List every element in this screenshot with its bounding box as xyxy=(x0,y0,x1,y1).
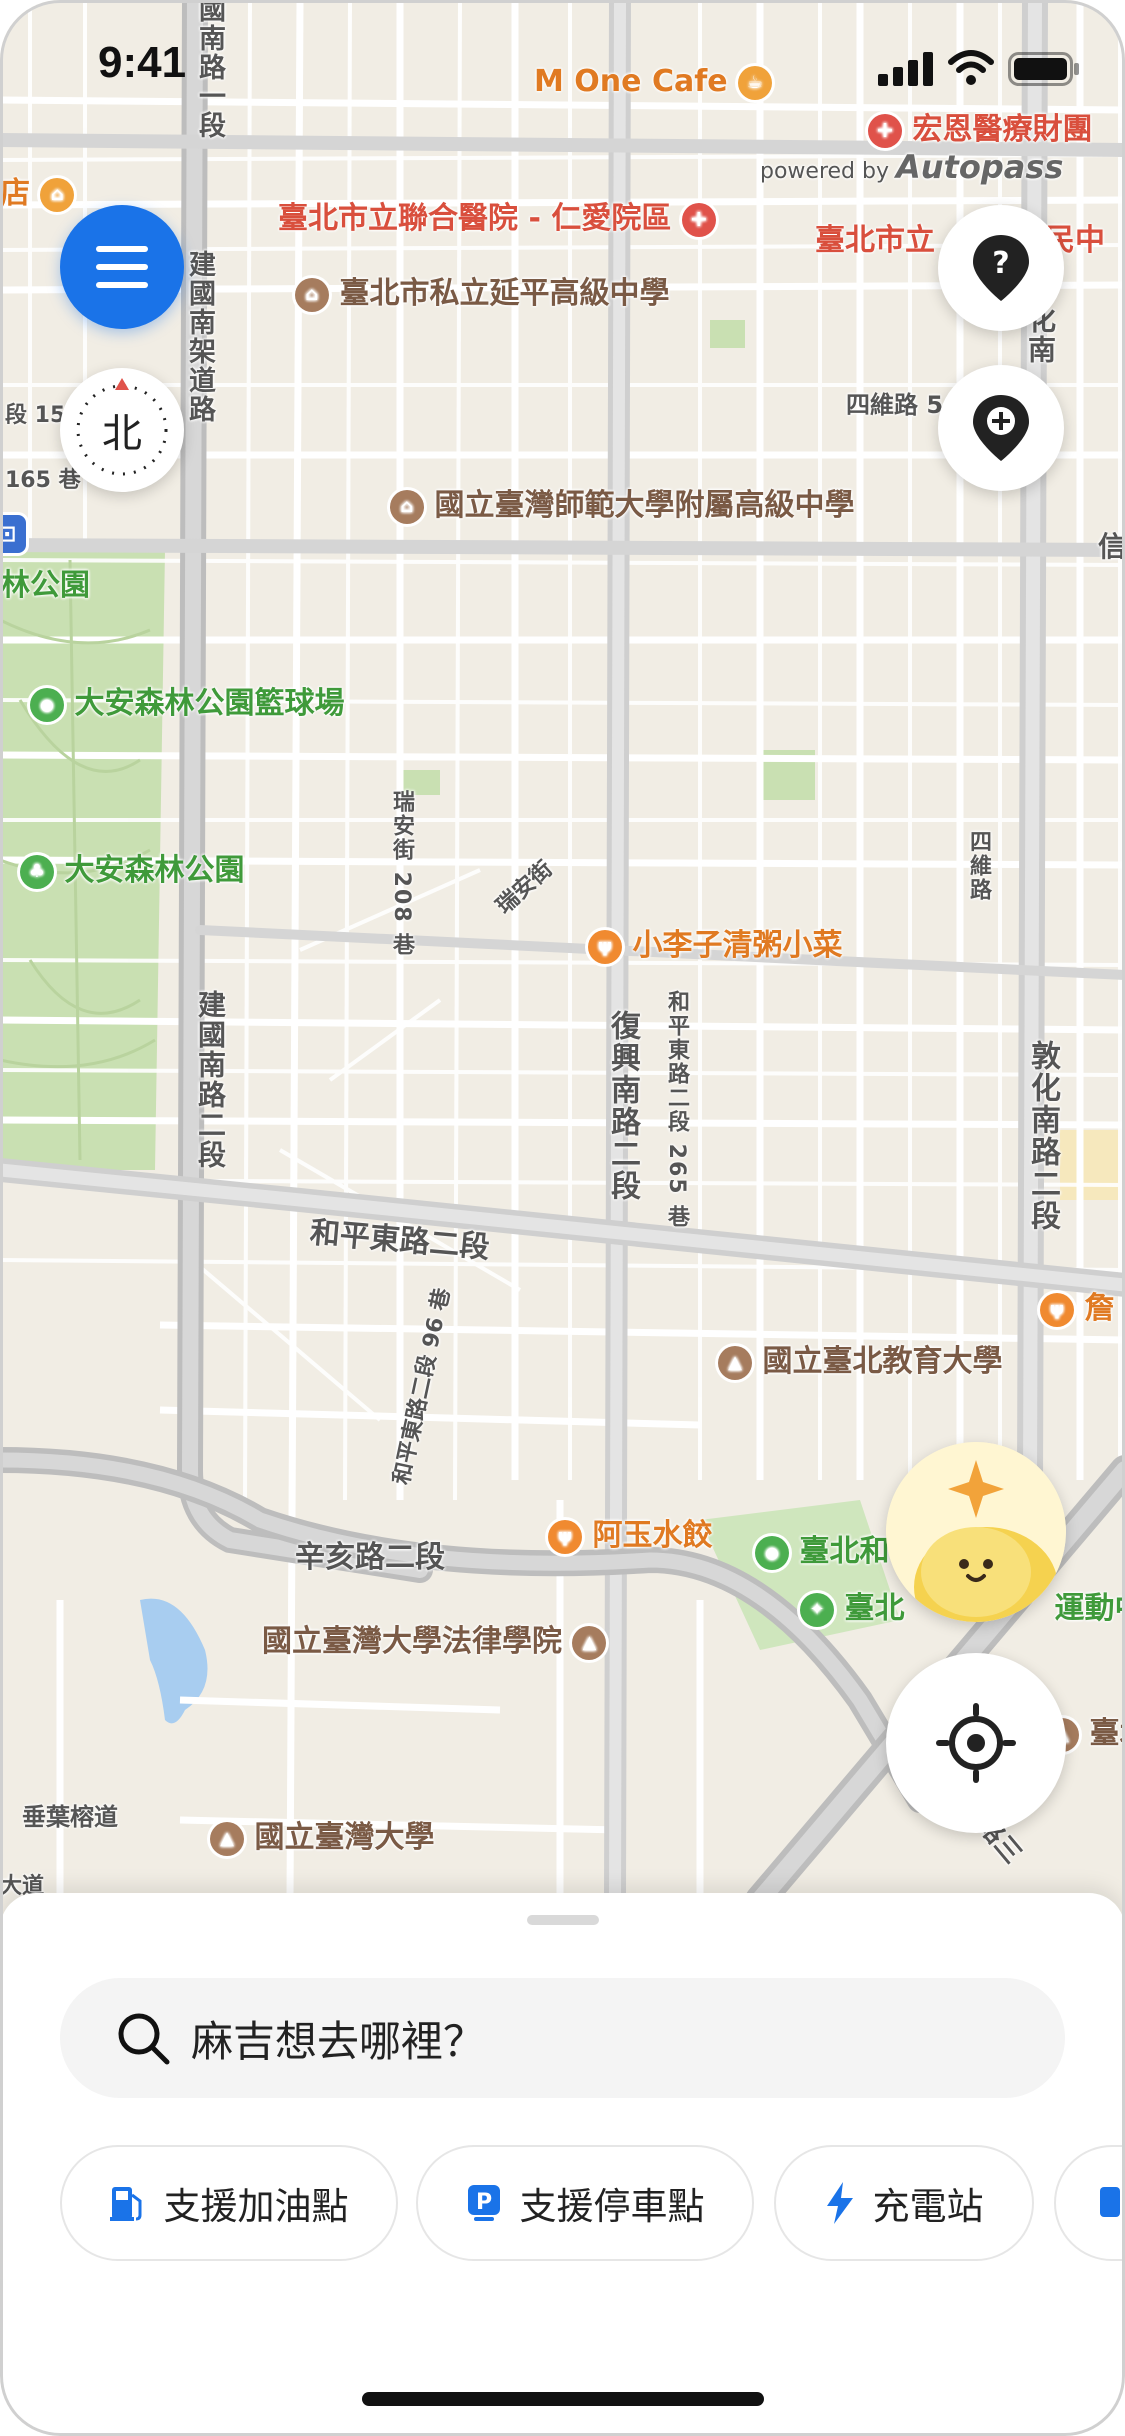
search-icon xyxy=(118,2013,170,2065)
compass-button[interactable]: 北 xyxy=(60,368,184,492)
chip-gas-station[interactable]: 支援加油點 xyxy=(60,2145,398,2261)
road-label: 建國南架道路 xyxy=(184,250,215,424)
poi-ntue[interactable]: ▲ 國立臺北教育大學 xyxy=(718,1336,1002,1380)
poi-forest-park-partial[interactable]: 林公園 xyxy=(0,560,90,604)
help-button[interactable]: ? xyxy=(938,205,1064,331)
lightning-icon xyxy=(825,2182,855,2224)
hamburger-icon xyxy=(96,246,148,288)
road-label: 段 15 xyxy=(5,403,66,428)
bottom-sheet: 麻吉想去哪裡？ 支援加油點 P 支援停車點 充電站 xyxy=(0,1893,1125,2436)
chip-label: 充電站 xyxy=(872,2185,984,2228)
chip-label: 支援停車點 xyxy=(519,2185,705,2228)
road-label: 復興南路二段 xyxy=(605,1010,640,1202)
map-attribution: powered by Autopass xyxy=(760,148,1064,186)
poi-ntu[interactable]: ▲ 國立臺灣大學 xyxy=(210,1812,434,1856)
school-icon: ⌂ xyxy=(390,489,424,524)
home-indicator[interactable] xyxy=(362,2392,764,2406)
cellular-signal-icon xyxy=(878,52,933,86)
school-icon: ⌂ xyxy=(295,277,329,312)
road-label: 信 xyxy=(1098,530,1125,563)
recenter-location-button[interactable] xyxy=(886,1653,1066,1833)
road-label: 四維路 xyxy=(966,830,991,902)
road-label: 垂葉榕道 xyxy=(22,1803,118,1831)
sheet-grabber[interactable] xyxy=(527,1915,599,1925)
battery-icon xyxy=(1008,52,1079,86)
transit-icon[interactable]: ⊡ xyxy=(0,515,26,553)
parking-icon: P xyxy=(466,2183,502,2223)
restaurant-icon: ψ xyxy=(588,929,622,964)
mascot-assistant-button[interactable] xyxy=(886,1442,1066,1622)
road-label: 敦化南路二段 xyxy=(1025,1040,1060,1232)
more-category-icon xyxy=(1100,2183,1120,2223)
poi-forest-park[interactable]: ♣ 大安森林公園 xyxy=(20,845,244,889)
svg-text:P: P xyxy=(475,2190,491,2215)
app-screen: 國南路一段 建國南架道路 段 15 165 巷 四維路 5 瑞安街 208 巷 … xyxy=(0,0,1125,2436)
sports-icon: ● xyxy=(30,687,64,722)
poi-zhan[interactable]: ψ 詹 xyxy=(1040,1283,1114,1327)
status-bar: 9:41 xyxy=(0,0,1125,130)
crosshair-icon xyxy=(936,1703,1016,1783)
poi-ntnu-affiliated[interactable]: ⌂ 國立臺灣師範大學附屬高級中學 xyxy=(390,480,854,524)
restaurant-icon: ψ xyxy=(1040,1292,1074,1327)
status-time: 9:41 xyxy=(98,38,187,87)
park-icon: ♣ xyxy=(20,854,54,889)
restaurant-icon: ψ xyxy=(548,1519,582,1554)
chip-label: 支援加油點 xyxy=(163,2185,349,2228)
poi-xiaolizi[interactable]: ψ 小李子清粥小菜 xyxy=(588,920,842,964)
help-pin-icon: ? xyxy=(973,235,1029,301)
compass-label: 北 xyxy=(102,411,142,457)
road-label: 瑞安街 208 巷 xyxy=(389,790,414,958)
mascot-icon xyxy=(886,1442,1066,1622)
poi-yanping-school[interactable]: ⌂ 臺北市私立延平高級中學 xyxy=(295,268,669,312)
gas-station-icon xyxy=(109,2183,146,2223)
search-placeholder: 麻吉想去哪裡？ xyxy=(191,2016,486,2066)
chip-more[interactable] xyxy=(1054,2145,1125,2261)
sports-icon: ● xyxy=(755,1535,789,1570)
chip-parking[interactable]: P 支援停車點 xyxy=(416,2145,754,2261)
road-label: 四維路 5 xyxy=(846,391,944,419)
poi-ayu-dumplings[interactable]: ψ 阿玉水餃 xyxy=(548,1510,712,1554)
poi-ntu-law[interactable]: 國立臺灣大學法律學院 ▲ xyxy=(262,1616,607,1660)
road-label: 辛亥路二段 xyxy=(295,1540,445,1575)
wifi-icon xyxy=(948,50,994,85)
poi-hotel[interactable]: 店 ⌂ xyxy=(0,168,75,212)
road-label: 和平東路二段 265 巷 xyxy=(664,990,689,1230)
graduation-cap-icon: ▲ xyxy=(718,1345,752,1380)
svg-text:?: ? xyxy=(992,246,1009,281)
menu-button[interactable] xyxy=(60,205,184,329)
poi-forest-park-court[interactable]: ● 大安森林公園籃球場 xyxy=(30,678,344,722)
poi-taipei-park[interactable]: ● 臺北和 xyxy=(755,1526,889,1570)
road-label: 建國南路二段 xyxy=(194,990,227,1170)
add-location-button[interactable] xyxy=(938,365,1064,491)
hotel-icon: ⌂ xyxy=(40,177,75,212)
add-pin-icon xyxy=(973,395,1029,461)
hospital-icon: + xyxy=(681,202,716,237)
poi-renai-hospital[interactable]: 臺北市立聯合醫院 - 仁愛院區 + xyxy=(278,193,716,237)
search-bar[interactable]: 麻吉想去哪裡？ xyxy=(60,1978,1065,2098)
chip-charging[interactable]: 充電站 xyxy=(774,2145,1034,2261)
quick-filter-chips: 支援加油點 P 支援停車點 充電站 xyxy=(60,2145,1125,2265)
running-icon: ✦ xyxy=(800,1592,834,1627)
graduation-cap-icon: ▲ xyxy=(210,1821,244,1856)
graduation-cap-icon: ▲ xyxy=(572,1625,607,1660)
